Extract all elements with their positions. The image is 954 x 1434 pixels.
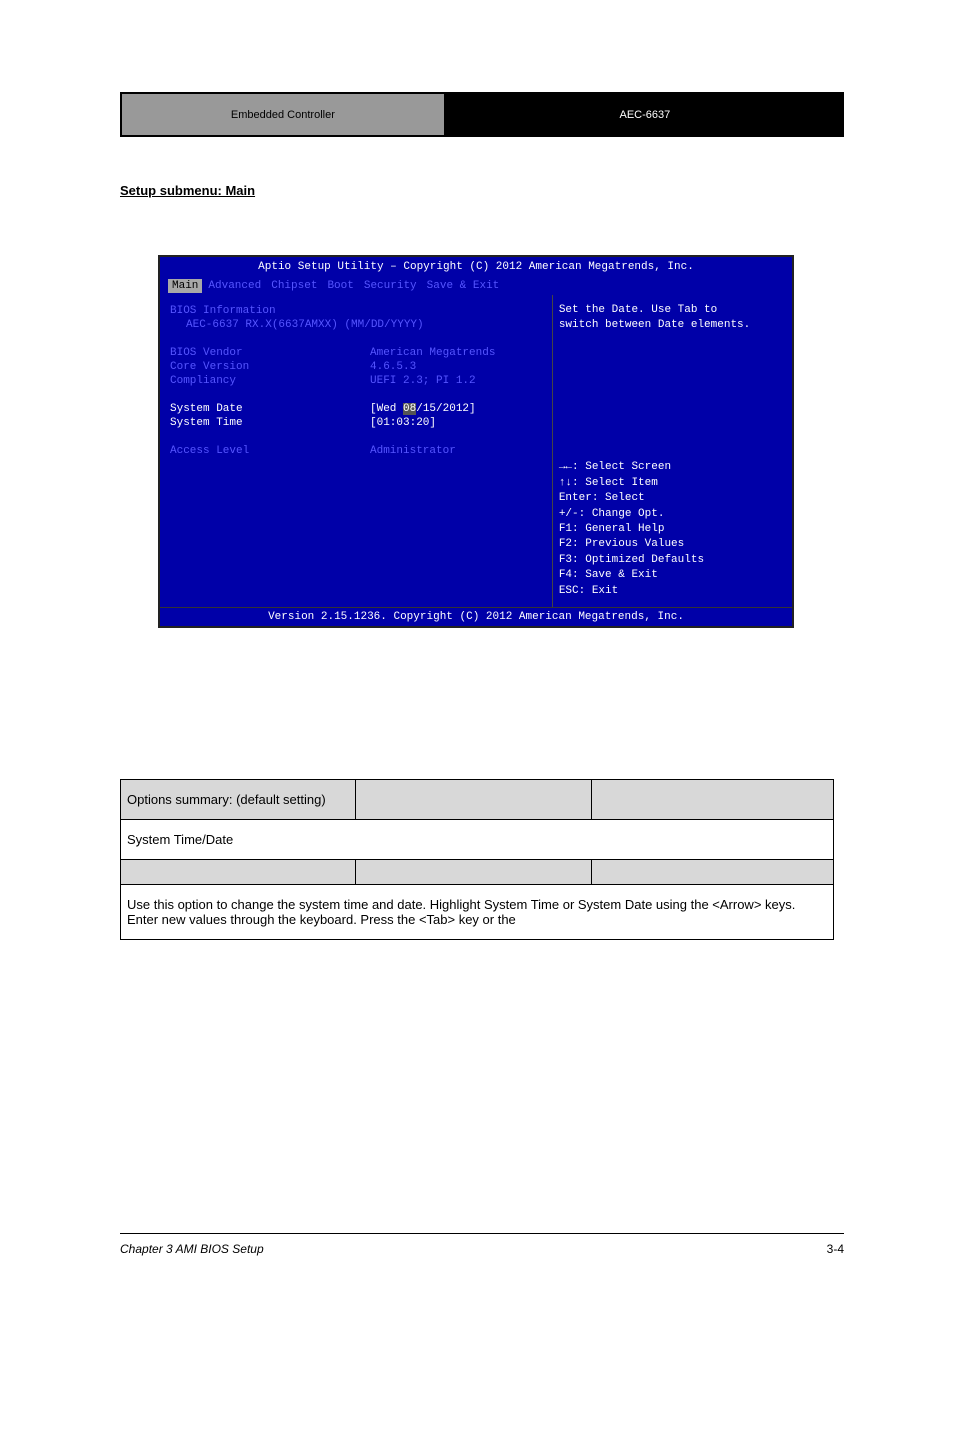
table-row2-c2 bbox=[356, 860, 591, 885]
footer-chapter: Chapter 3 AMI BIOS Setup bbox=[120, 1242, 264, 1256]
access-level-value: Administrator bbox=[370, 445, 456, 457]
bios-compliancy-label: Compliancy bbox=[170, 375, 370, 387]
table-h1: Options summary: (default setting) bbox=[121, 780, 356, 820]
bios-tabs: Main Advanced Chipset Boot Security Save… bbox=[160, 277, 792, 295]
bios-main-panel: BIOS Information AEC-6637 RX.X(6637AMXX)… bbox=[160, 295, 552, 607]
table-row2-c1 bbox=[121, 860, 356, 885]
tab-boot[interactable]: Boot bbox=[323, 279, 357, 293]
system-date-value[interactable]: [Wed 08/15/2012] bbox=[370, 403, 476, 415]
bios-title: Aptio Setup Utility – Copyright (C) 2012… bbox=[160, 257, 792, 277]
bios-info-heading: BIOS Information bbox=[170, 305, 370, 317]
header-left-text: Embedded Controller bbox=[231, 109, 335, 121]
header-right-text: AEC-6637 bbox=[620, 109, 671, 121]
bios-key-hints: →←: Select Screen ↑↓: Select Item Enter:… bbox=[559, 460, 786, 599]
bios-screenshot: Aptio Setup Utility – Copyright (C) 2012… bbox=[158, 255, 794, 628]
bios-vendor-value: American Megatrends bbox=[370, 347, 495, 359]
system-date-label: System Date bbox=[170, 403, 370, 415]
bios-compliancy-value: UEFI 2.3; PI 1.2 bbox=[370, 375, 476, 387]
bios-subtitle: AEC-6637 RX.X(6637AMXX) (MM/DD/YYYY) bbox=[170, 319, 424, 331]
bios-help-panel: Set the Date. Use Tab to switch between … bbox=[552, 295, 792, 607]
tab-advanced[interactable]: Advanced bbox=[204, 279, 265, 293]
system-time-label: System Time bbox=[170, 417, 370, 429]
table-row-1: System Time/Date bbox=[121, 820, 834, 860]
bios-footer: Version 2.15.1236. Copyright (C) 2012 Am… bbox=[160, 607, 792, 626]
tab-save-exit[interactable]: Save & Exit bbox=[423, 279, 504, 293]
footer-page-number: 3-4 bbox=[827, 1242, 844, 1256]
bios-help-text: Set the Date. Use Tab to switch between … bbox=[559, 303, 786, 334]
table-row-2: Use this option to change the system tim… bbox=[121, 885, 834, 940]
header-left-cell: Embedded Controller bbox=[120, 92, 446, 137]
bios-core-label: Core Version bbox=[170, 361, 370, 373]
bios-core-value: 4.6.5.3 bbox=[370, 361, 416, 373]
footer-divider bbox=[120, 1233, 844, 1234]
section-title: Setup submenu: Main bbox=[120, 183, 255, 198]
header-right-cell: AEC-6637 bbox=[446, 92, 844, 137]
options-table: Options summary: (default setting) Syste… bbox=[120, 779, 834, 940]
access-level-label: Access Level bbox=[170, 445, 370, 457]
table-h2 bbox=[356, 780, 591, 820]
table-row2-c3 bbox=[591, 860, 833, 885]
tab-main[interactable]: Main bbox=[168, 279, 202, 293]
tab-security[interactable]: Security bbox=[360, 279, 421, 293]
table-h3 bbox=[591, 780, 833, 820]
tab-chipset[interactable]: Chipset bbox=[267, 279, 321, 293]
system-time-value[interactable]: [01:03:20] bbox=[370, 417, 436, 429]
bios-vendor-label: BIOS Vendor bbox=[170, 347, 370, 359]
